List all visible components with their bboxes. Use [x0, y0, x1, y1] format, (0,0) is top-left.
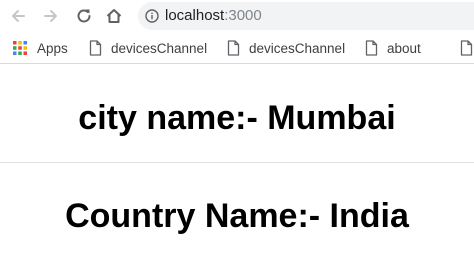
bookmark-overflow[interactable] [460, 33, 474, 63]
address-port: :3000 [224, 7, 262, 24]
bookmark-apps-label: Apps [37, 40, 68, 56]
city-heading: city name:- Mumbai [78, 99, 396, 137]
info-icon[interactable] [145, 9, 159, 23]
bookmark-item[interactable]: about [365, 33, 421, 63]
bookmark-label: devicesChannel [249, 40, 346, 56]
page-content: city name:- Mumbai Country Name:- India [0, 65, 474, 259]
bookmarks-bar: Apps devicesChannel devicesChannel about [0, 33, 474, 64]
divider [0, 162, 474, 163]
address-text[interactable]: localhost:3000 [165, 6, 262, 26]
bookmark-label: devicesChannel [111, 40, 208, 56]
browser-toolbar: localhost:3000 [0, 0, 474, 33]
page-icon [227, 40, 240, 56]
home-icon [106, 9, 122, 23]
arrow-left-icon [12, 10, 25, 22]
country-heading: Country Name:- India [65, 197, 409, 235]
reload-icon [77, 9, 91, 23]
apps-grid-icon [13, 41, 27, 55]
home-button[interactable] [101, 3, 127, 29]
page-icon [89, 40, 102, 56]
bookmark-label: about [387, 40, 421, 56]
bookmark-item[interactable]: devicesChannel [89, 33, 207, 63]
forward-button[interactable] [38, 3, 64, 29]
back-button[interactable] [5, 3, 31, 29]
arrow-right-icon [44, 10, 57, 22]
page-icon [460, 40, 473, 56]
bookmark-item[interactable]: devicesChannel [227, 33, 345, 63]
reload-button[interactable] [71, 3, 97, 29]
address-host: localhost [165, 7, 225, 24]
bookmark-apps[interactable]: Apps [12, 33, 68, 63]
page-icon [365, 40, 378, 56]
address-bar[interactable]: localhost:3000 [138, 2, 474, 30]
